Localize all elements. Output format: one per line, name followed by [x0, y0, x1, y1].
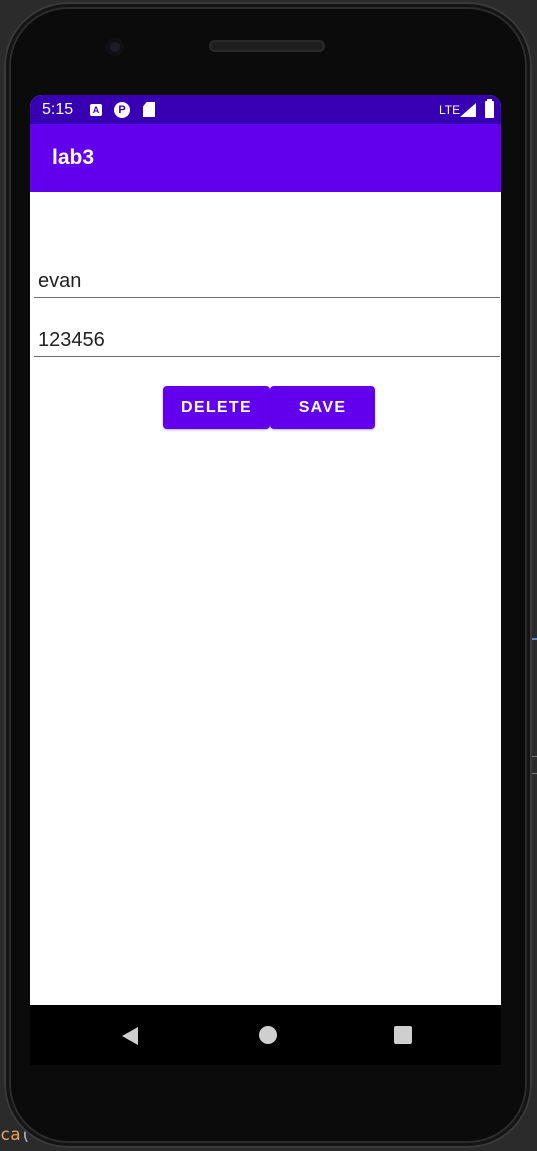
- code-input-value: 123456: [38, 329, 105, 351]
- code-input[interactable]: 123456: [34, 324, 500, 357]
- navigation-bar: [30, 1005, 501, 1065]
- save-button[interactable]: SAVE: [270, 386, 375, 429]
- sd-card-icon: [143, 102, 155, 117]
- status-bar: 5:15 A P LTE: [30, 95, 501, 124]
- phone-frame: 5:15 A P LTE lab3 evan 123456 DELETE SAV…: [4, 2, 532, 1148]
- battery-icon: [485, 99, 494, 118]
- app-title: lab3: [52, 146, 95, 169]
- delete-button[interactable]: DELETE: [163, 386, 270, 429]
- signal-icon: [460, 103, 476, 117]
- camera-icon: [106, 38, 124, 56]
- speaker-grille: [209, 40, 325, 52]
- status-time: 5:15: [42, 101, 74, 118]
- ide-code-text: ca: [0, 1125, 21, 1145]
- p-notification-icon: P: [114, 102, 130, 118]
- device-screen: 5:15 A P LTE lab3 evan 123456 DELETE SAV…: [30, 95, 501, 1005]
- recents-icon[interactable]: [394, 1026, 412, 1044]
- home-icon[interactable]: [259, 1026, 277, 1044]
- a-notification-icon: A: [90, 104, 102, 116]
- back-icon[interactable]: [122, 1027, 138, 1045]
- network-type: LTE: [439, 103, 461, 117]
- name-input-value: evan: [38, 270, 82, 292]
- name-input[interactable]: evan: [34, 265, 500, 298]
- app-bar: lab3: [30, 124, 501, 192]
